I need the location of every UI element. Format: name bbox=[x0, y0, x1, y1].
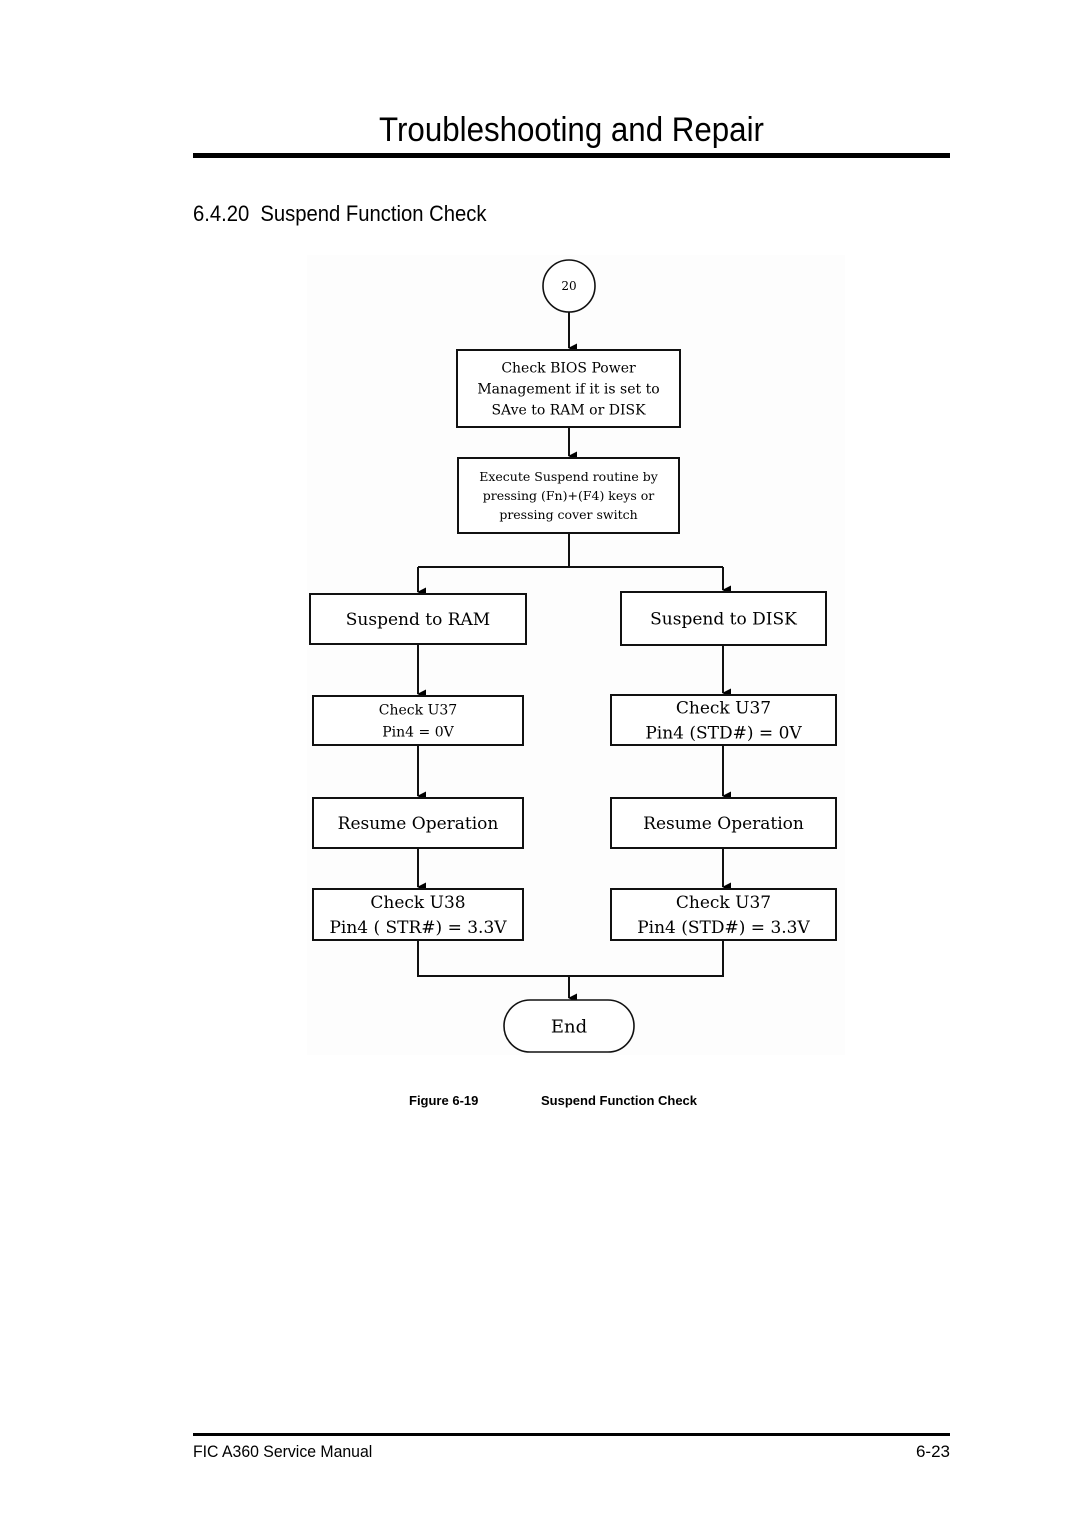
resume-disk-line: Resume Operation bbox=[643, 814, 804, 834]
check-u37-disk-line: Pin4 (STD#) = 0V bbox=[645, 723, 802, 743]
check-u37-std-line: Pin4 (STD#) = 3.3V bbox=[637, 918, 810, 938]
check-u37-ram-line: Pin4 = 0V bbox=[382, 724, 454, 740]
flow-node-suspend-disk: Suspend to DISK bbox=[620, 591, 827, 646]
check-bios-line: SAve to RAM or DISK bbox=[491, 402, 646, 418]
flow-node-check-u37-ram: Check U37 Pin4 = 0V bbox=[312, 695, 524, 746]
end-line: End bbox=[551, 1016, 587, 1037]
footer-manual-name: FIC A360 Service Manual bbox=[193, 1442, 373, 1461]
check-u38-line: Pin4 ( STR#) = 3.3V bbox=[329, 918, 507, 938]
figure-title: Suspend Function Check bbox=[541, 1093, 698, 1108]
flowchart: 20 Check BIOS Power Management if it is se… bbox=[309, 259, 837, 1053]
check-u37-ram-line: Check U37 bbox=[379, 702, 457, 718]
figure-label: Figure 6-19 bbox=[409, 1093, 479, 1108]
suspend-disk-line: Suspend to DISK bbox=[650, 609, 797, 629]
flow-node-end: End bbox=[503, 999, 635, 1053]
flow-node-execute-suspend: Execute Suspend routine by pressing (Fn)+… bbox=[457, 457, 680, 534]
footer-rule bbox=[193, 1433, 950, 1436]
flow-node-resume-disk: Resume Operation bbox=[610, 797, 837, 849]
flow-node-check-u38: Check U38 Pin4 ( STR#) = 3.3V bbox=[312, 888, 524, 941]
execute-suspend-line: Execute Suspend routine by bbox=[479, 469, 658, 484]
check-u37-disk-line: Check U37 bbox=[676, 698, 771, 718]
nodes: 20 Check BIOS Power Management if it is se… bbox=[309, 259, 837, 1053]
flow-node-resume-ram: Resume Operation bbox=[312, 797, 524, 849]
check-bios-line: Management if it is set to bbox=[477, 381, 659, 397]
flow-node-check-u37-disk: Check U37 Pin4 (STD#) = 0V bbox=[610, 694, 837, 746]
execute-suspend-line: pressing (Fn)+(F4) keys or bbox=[483, 488, 654, 503]
execute-suspend-line: pressing cover switch bbox=[499, 507, 637, 522]
flow-node-suspend-ram: Suspend to RAM bbox=[309, 593, 527, 645]
suspend-ram-line: Suspend to RAM bbox=[346, 610, 490, 630]
resume-ram-line: Resume Operation bbox=[338, 814, 499, 834]
start-label-line: 20 bbox=[561, 279, 576, 293]
flow-line bbox=[417, 940, 724, 977]
flow-node-check-u37-std: Check U37 Pin4 (STD#) = 3.3V bbox=[610, 888, 837, 941]
check-bios-line: Check BIOS Power bbox=[501, 360, 636, 376]
check-u37-std-line: Check U37 bbox=[676, 893, 771, 913]
footer-page-number: 6-23 bbox=[915, 1442, 950, 1461]
check-u38-line: Check U38 bbox=[370, 893, 465, 913]
flow-node-check-bios: Check BIOS Power Management if it is set … bbox=[456, 349, 681, 428]
start-connector-node: 20 bbox=[542, 259, 596, 313]
